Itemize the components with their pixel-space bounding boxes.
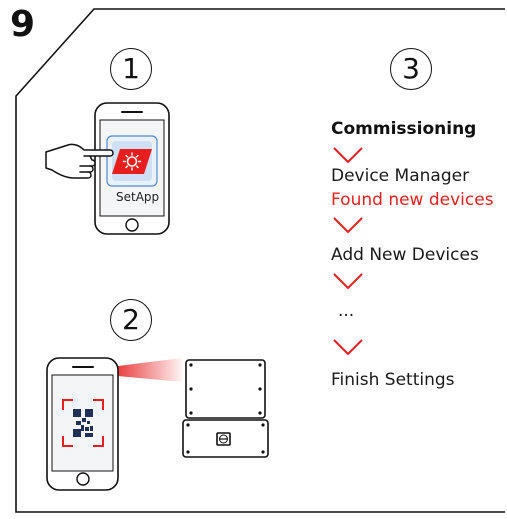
chevron-down-icon xyxy=(333,217,363,234)
flow-arrows xyxy=(333,147,363,356)
chevron-down-icon xyxy=(333,339,363,356)
chevron-down-icon xyxy=(333,147,363,164)
chevron-down-icon xyxy=(333,273,363,290)
